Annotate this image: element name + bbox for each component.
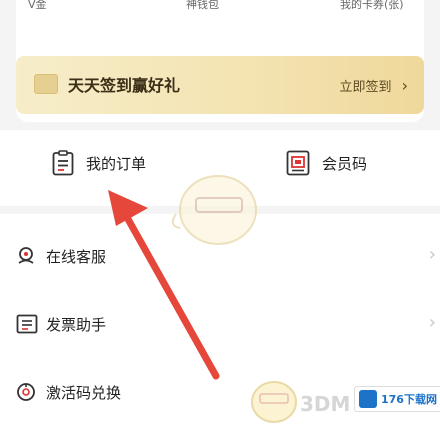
site-logo-176: 176下载网 [354, 386, 440, 412]
mascot-watermark [171, 175, 257, 245]
logo-text: 176下载网 [381, 393, 437, 406]
mascot-watermark-small [251, 381, 297, 423]
watermark-3dm: 3DM [300, 392, 351, 416]
logo-mark-icon [359, 390, 377, 408]
